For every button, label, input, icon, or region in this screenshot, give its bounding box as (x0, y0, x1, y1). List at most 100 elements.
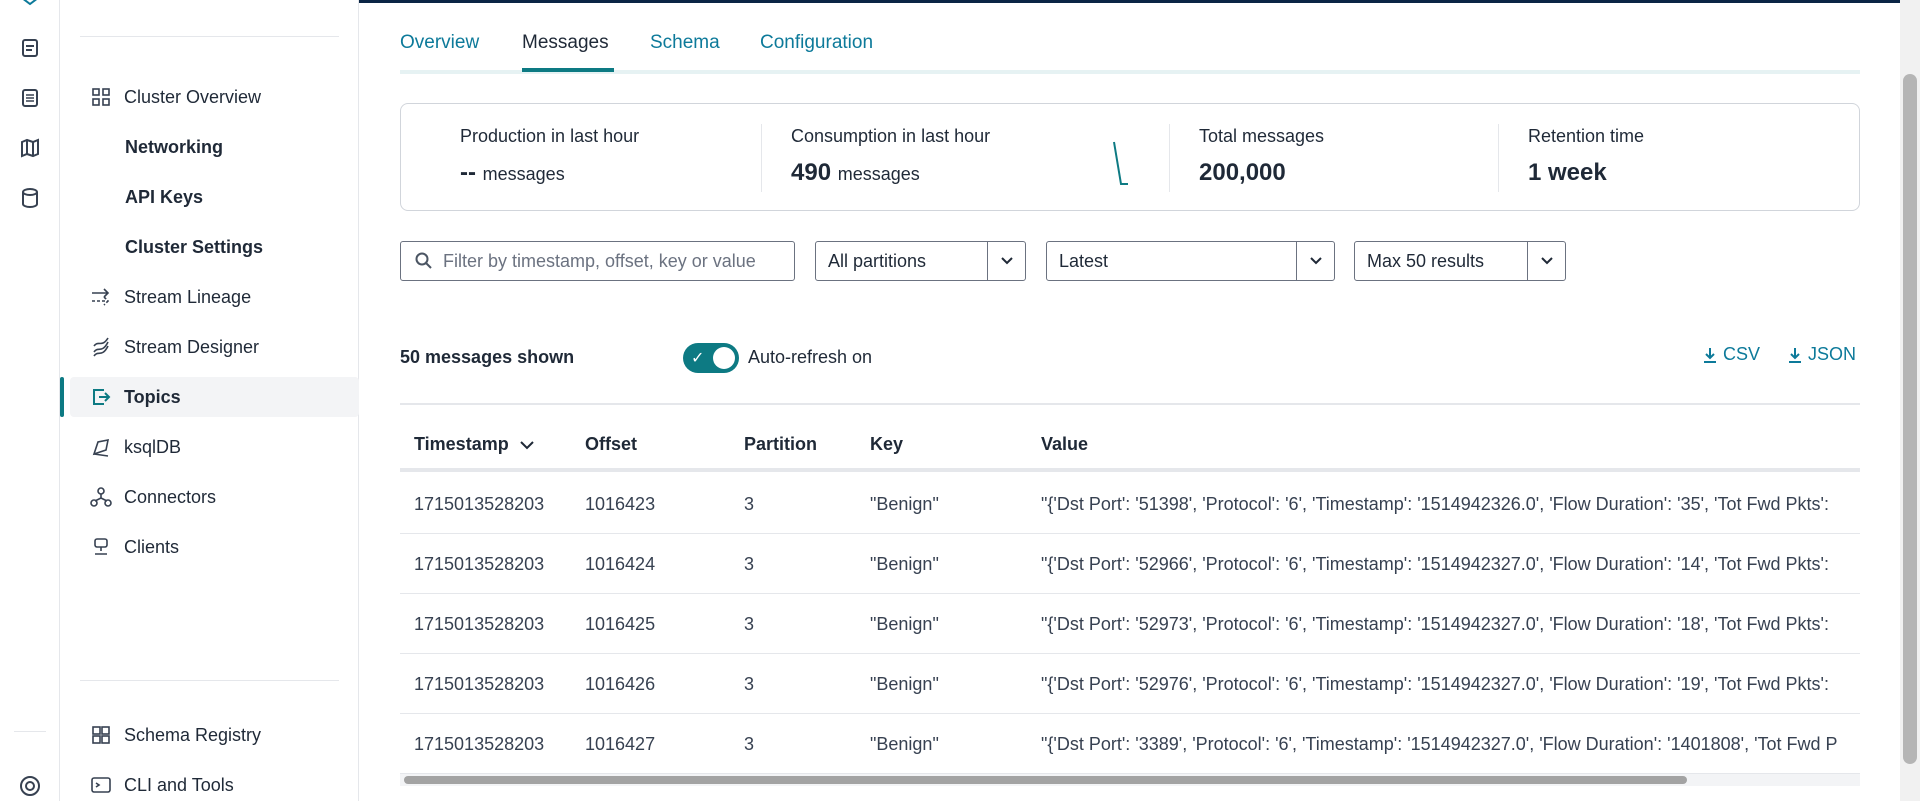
active-indicator (60, 377, 64, 417)
vertical-scrollbar[interactable] (1900, 0, 1920, 801)
sidebar-item-networking[interactable]: Networking (70, 127, 359, 167)
search-input[interactable] (443, 250, 783, 272)
sidebar-item-connectors[interactable]: Connectors (70, 477, 359, 517)
vertical-scrollbar-thumb[interactable] (1903, 74, 1917, 764)
tab-configuration[interactable]: Configuration (760, 32, 873, 74)
sidebar-item-api-keys[interactable]: API Keys (70, 177, 359, 217)
column-header-key: Key (870, 434, 904, 454)
topics-icon (90, 386, 112, 408)
table-row[interactable]: 1715013528203 1016427 3 "Benign" "{'Dst … (400, 714, 1860, 774)
lineage-icon (90, 286, 112, 308)
main-content: Overview Messages Schema Configuration P… (400, 0, 1860, 801)
sidebar-item-cluster-settings[interactable]: Cluster Settings (70, 227, 359, 267)
logo-icon[interactable] (18, 0, 42, 18)
cell-offset: 1016424 (585, 554, 656, 574)
horizontal-scrollbar[interactable] (400, 774, 1860, 786)
stat-value: 200,000 (1199, 159, 1286, 186)
sort-chevron-down-icon[interactable] (519, 440, 535, 450)
cell-key: "Benign" (870, 494, 939, 514)
auto-refresh-toggle[interactable]: ✓ (683, 343, 739, 373)
map-icon[interactable] (18, 136, 42, 160)
sidebar-item-schema-registry[interactable]: Schema Registry (70, 715, 359, 755)
column-header-value: Value (1041, 434, 1089, 454)
stat-number: 490 (791, 159, 832, 186)
sidebar-item-ksqldb[interactable]: ksqlDB (70, 427, 359, 467)
sidebar-item-label: Topics (124, 386, 181, 407)
download-json-label: JSON (1808, 344, 1857, 364)
messages-shown-count: 50 messages shown (400, 347, 575, 367)
cell-offset: 1016423 (585, 494, 656, 514)
sidebar-item-clients[interactable]: Clients (70, 527, 359, 567)
stat-value: -- messages (460, 159, 639, 187)
schema-registry-icon (90, 724, 112, 746)
document-icon[interactable] (18, 36, 42, 60)
cell-partition: 3 (744, 494, 755, 514)
cell-value: "{'Dst Port': '52976', 'Protocol': '6', … (1041, 674, 1829, 694)
chevron-down-icon[interactable] (1527, 242, 1565, 280)
cell-value: "{'Dst Port': '52973', 'Protocol': '6', … (1041, 614, 1829, 634)
sidebar-item-label: Networking (125, 136, 224, 157)
sidebar-item-cli-and-tools[interactable]: CLI and Tools (70, 765, 359, 801)
download-csv-link[interactable]: CSV (1703, 344, 1760, 365)
cell-timestamp: 1715013528203 (414, 734, 545, 754)
column-header-label: Timestamp (414, 434, 509, 454)
terminal-icon (90, 774, 112, 796)
column-header-offset: Offset (585, 434, 638, 454)
cell-timestamp: 1715013528203 (414, 554, 545, 574)
sidebar-divider (80, 680, 339, 681)
rail-divider (14, 731, 46, 732)
active-tab-underline (522, 68, 614, 72)
cell-partition: 3 (744, 614, 755, 634)
clients-icon (90, 536, 112, 558)
database-icon[interactable] (18, 186, 42, 210)
sidebar-item-cluster-overview[interactable]: Cluster Overview (70, 77, 359, 117)
chevron-down-icon[interactable] (1296, 242, 1334, 280)
sidebar-item-label: ksqlDB (124, 436, 182, 457)
cell-offset: 1016427 (585, 734, 656, 754)
partition-select[interactable]: All partitions (815, 241, 1026, 281)
sidebar-item-label: Cluster Settings (125, 236, 264, 257)
cell-timestamp: 1715013528203 (414, 494, 545, 514)
search-filter (400, 241, 795, 281)
stat-label: Retention time (1528, 126, 1645, 146)
sidebar-item-label: Stream Lineage (124, 286, 252, 307)
stat-value: 490 messages (791, 159, 990, 187)
cell-key: "Benign" (870, 734, 939, 754)
max-results-select[interactable]: Max 50 results (1354, 241, 1566, 281)
sidebar-item-topics[interactable]: Topics (70, 377, 359, 417)
cell-key: "Benign" (870, 614, 939, 634)
download-json-link[interactable]: JSON (1788, 344, 1856, 365)
sidebar-item-label: Stream Designer (124, 336, 260, 357)
table-row[interactable]: 1715013528203 1016424 3 "Benign" "{'Dst … (400, 534, 1860, 594)
sidebar-divider (80, 36, 339, 37)
help-icon[interactable] (18, 774, 42, 798)
stat-divider (761, 124, 762, 192)
sparkline (1113, 141, 1128, 185)
connectors-icon (90, 486, 112, 508)
cell-timestamp: 1715013528203 (414, 674, 545, 694)
stat-label: Total messages (1199, 126, 1325, 146)
stat-total-messages: Total messages 200,000 (1199, 126, 1324, 187)
table-row[interactable]: 1715013528203 1016426 3 "Benign" "{'Dst … (400, 654, 1860, 714)
tab-overview[interactable]: Overview (400, 32, 479, 74)
stat-unit: messages (837, 164, 920, 184)
column-header-timestamp[interactable]: Timestamp (414, 434, 535, 455)
cell-offset: 1016426 (585, 674, 656, 694)
stat-label: Consumption in last hour (791, 126, 991, 146)
sidebar-item-stream-lineage[interactable]: Stream Lineage (70, 277, 359, 317)
tab-schema[interactable]: Schema (650, 32, 720, 74)
offset-select[interactable]: Latest (1046, 241, 1335, 281)
sidebar-item-label: Clients (124, 536, 180, 557)
table-row[interactable]: 1715013528203 1016423 3 "Benign" "{'Dst … (400, 474, 1860, 534)
grid-icon (90, 86, 112, 108)
stat-number: -- (460, 159, 476, 186)
auto-refresh-label: Auto-refresh on (748, 347, 873, 367)
max-results-value: Max 50 results (1367, 250, 1485, 271)
table-row[interactable]: 1715013528203 1016425 3 "Benign" "{'Dst … (400, 594, 1860, 654)
list-icon[interactable] (18, 86, 42, 110)
sidebar-item-stream-designer[interactable]: Stream Designer (70, 327, 359, 367)
cell-value: "{'Dst Port': '3389', 'Protocol': '6', '… (1041, 734, 1838, 754)
stats-panel: Production in last hour -- messages Cons… (400, 103, 1860, 211)
horizontal-scrollbar-thumb[interactable] (404, 776, 1687, 784)
chevron-down-icon[interactable] (987, 242, 1025, 280)
